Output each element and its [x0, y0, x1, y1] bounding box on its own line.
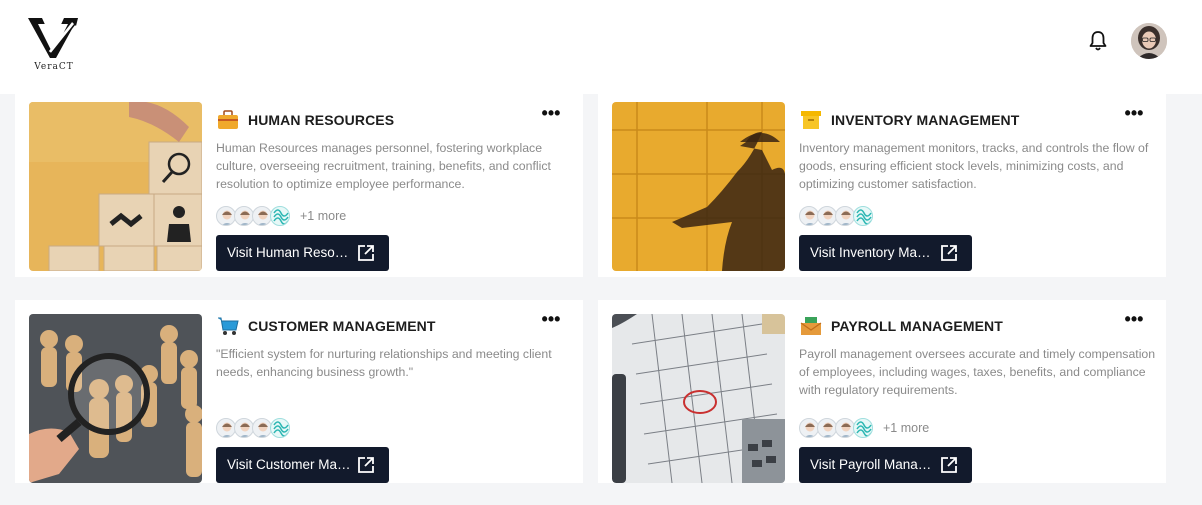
card-title: CUSTOMER MANAGEMENT — [248, 318, 436, 334]
visit-button-label: Visit Payroll Management — [810, 457, 934, 472]
more-options-icon[interactable]: ••• — [1123, 104, 1145, 124]
member-avatar — [252, 206, 272, 226]
member-avatar — [252, 418, 272, 438]
payroll-thumbnail — [612, 314, 785, 483]
external-link-icon — [941, 457, 957, 473]
more-options-icon[interactable]: ••• — [540, 310, 562, 330]
card-description: Payroll management oversees accurate and… — [799, 347, 1156, 397]
veract-logo[interactable]: VeraCT — [26, 16, 80, 74]
member-avatar — [234, 418, 254, 438]
visit-button-label: Visit Customer Management — [227, 457, 351, 472]
briefcase-icon — [217, 110, 239, 130]
more-options-icon[interactable]: ••• — [1123, 310, 1145, 330]
member-avatar-pattern — [270, 206, 290, 226]
visit-button[interactable]: Visit Inventory Management — [799, 235, 972, 271]
hr-thumbnail — [29, 102, 202, 271]
visit-button-label: Visit Human Resources — [227, 245, 351, 260]
logo-mark-icon — [28, 18, 78, 58]
card-description: "Efficient system for nurturing relation… — [216, 347, 552, 379]
app-header: VeraCT — [0, 0, 1202, 94]
member-avatar — [799, 418, 819, 438]
external-link-icon — [358, 245, 374, 261]
money-envelope-icon — [800, 316, 822, 336]
card-description: Inventory management monitors, tracks, a… — [799, 141, 1149, 191]
module-card-inventory-management: INVENTORY MANAGEMENT ••• Inventory manag… — [598, 94, 1166, 277]
card-title: INVENTORY MANAGEMENT — [831, 112, 1020, 128]
card-title: PAYROLL MANAGEMENT — [831, 318, 1003, 334]
module-card-payroll-management: PAYROLL MANAGEMENT ••• Payroll managemen… — [598, 300, 1166, 483]
member-avatars — [799, 206, 999, 226]
shopping-cart-icon — [217, 316, 239, 336]
card-title: HUMAN RESOURCES — [248, 112, 395, 128]
member-avatar — [799, 206, 819, 226]
card-description: Human Resources manages personnel, foste… — [216, 141, 551, 191]
member-avatar — [817, 206, 837, 226]
member-avatars: +1 more — [799, 418, 999, 438]
more-options-icon[interactable]: ••• — [540, 104, 562, 124]
extra-members-count[interactable]: +1 more — [300, 209, 346, 223]
bell-icon[interactable] — [1088, 30, 1108, 52]
customer-thumbnail — [29, 314, 202, 483]
member-avatar — [835, 418, 855, 438]
external-link-icon — [941, 245, 957, 261]
visit-button[interactable]: Visit Payroll Management — [799, 447, 972, 483]
member-avatar-pattern — [270, 418, 290, 438]
member-avatar — [835, 206, 855, 226]
visit-button-label: Visit Inventory Management — [810, 245, 934, 260]
member-avatars — [216, 418, 416, 438]
logo-text: VeraCT — [34, 62, 74, 72]
member-avatar — [817, 418, 837, 438]
user-avatar[interactable] — [1131, 23, 1167, 59]
visit-button[interactable]: Visit Human Resources — [216, 235, 389, 271]
member-avatar — [216, 418, 236, 438]
member-avatar — [216, 206, 236, 226]
external-link-icon — [358, 457, 374, 473]
module-card-customer-management: CUSTOMER MANAGEMENT ••• "Efficient syste… — [15, 300, 583, 483]
avatar-image — [1131, 23, 1167, 59]
member-avatar-pattern — [853, 206, 873, 226]
member-avatars: +1 more — [216, 206, 416, 226]
visit-button[interactable]: Visit Customer Management — [216, 447, 389, 483]
member-avatar — [234, 206, 254, 226]
inventory-thumbnail — [612, 102, 785, 271]
box-icon — [800, 110, 822, 130]
module-card-human-resources: HUMAN RESOURCES ••• Human Resources mana… — [15, 94, 583, 277]
member-avatar-pattern — [853, 418, 873, 438]
extra-members-count[interactable]: +1 more — [883, 421, 929, 435]
